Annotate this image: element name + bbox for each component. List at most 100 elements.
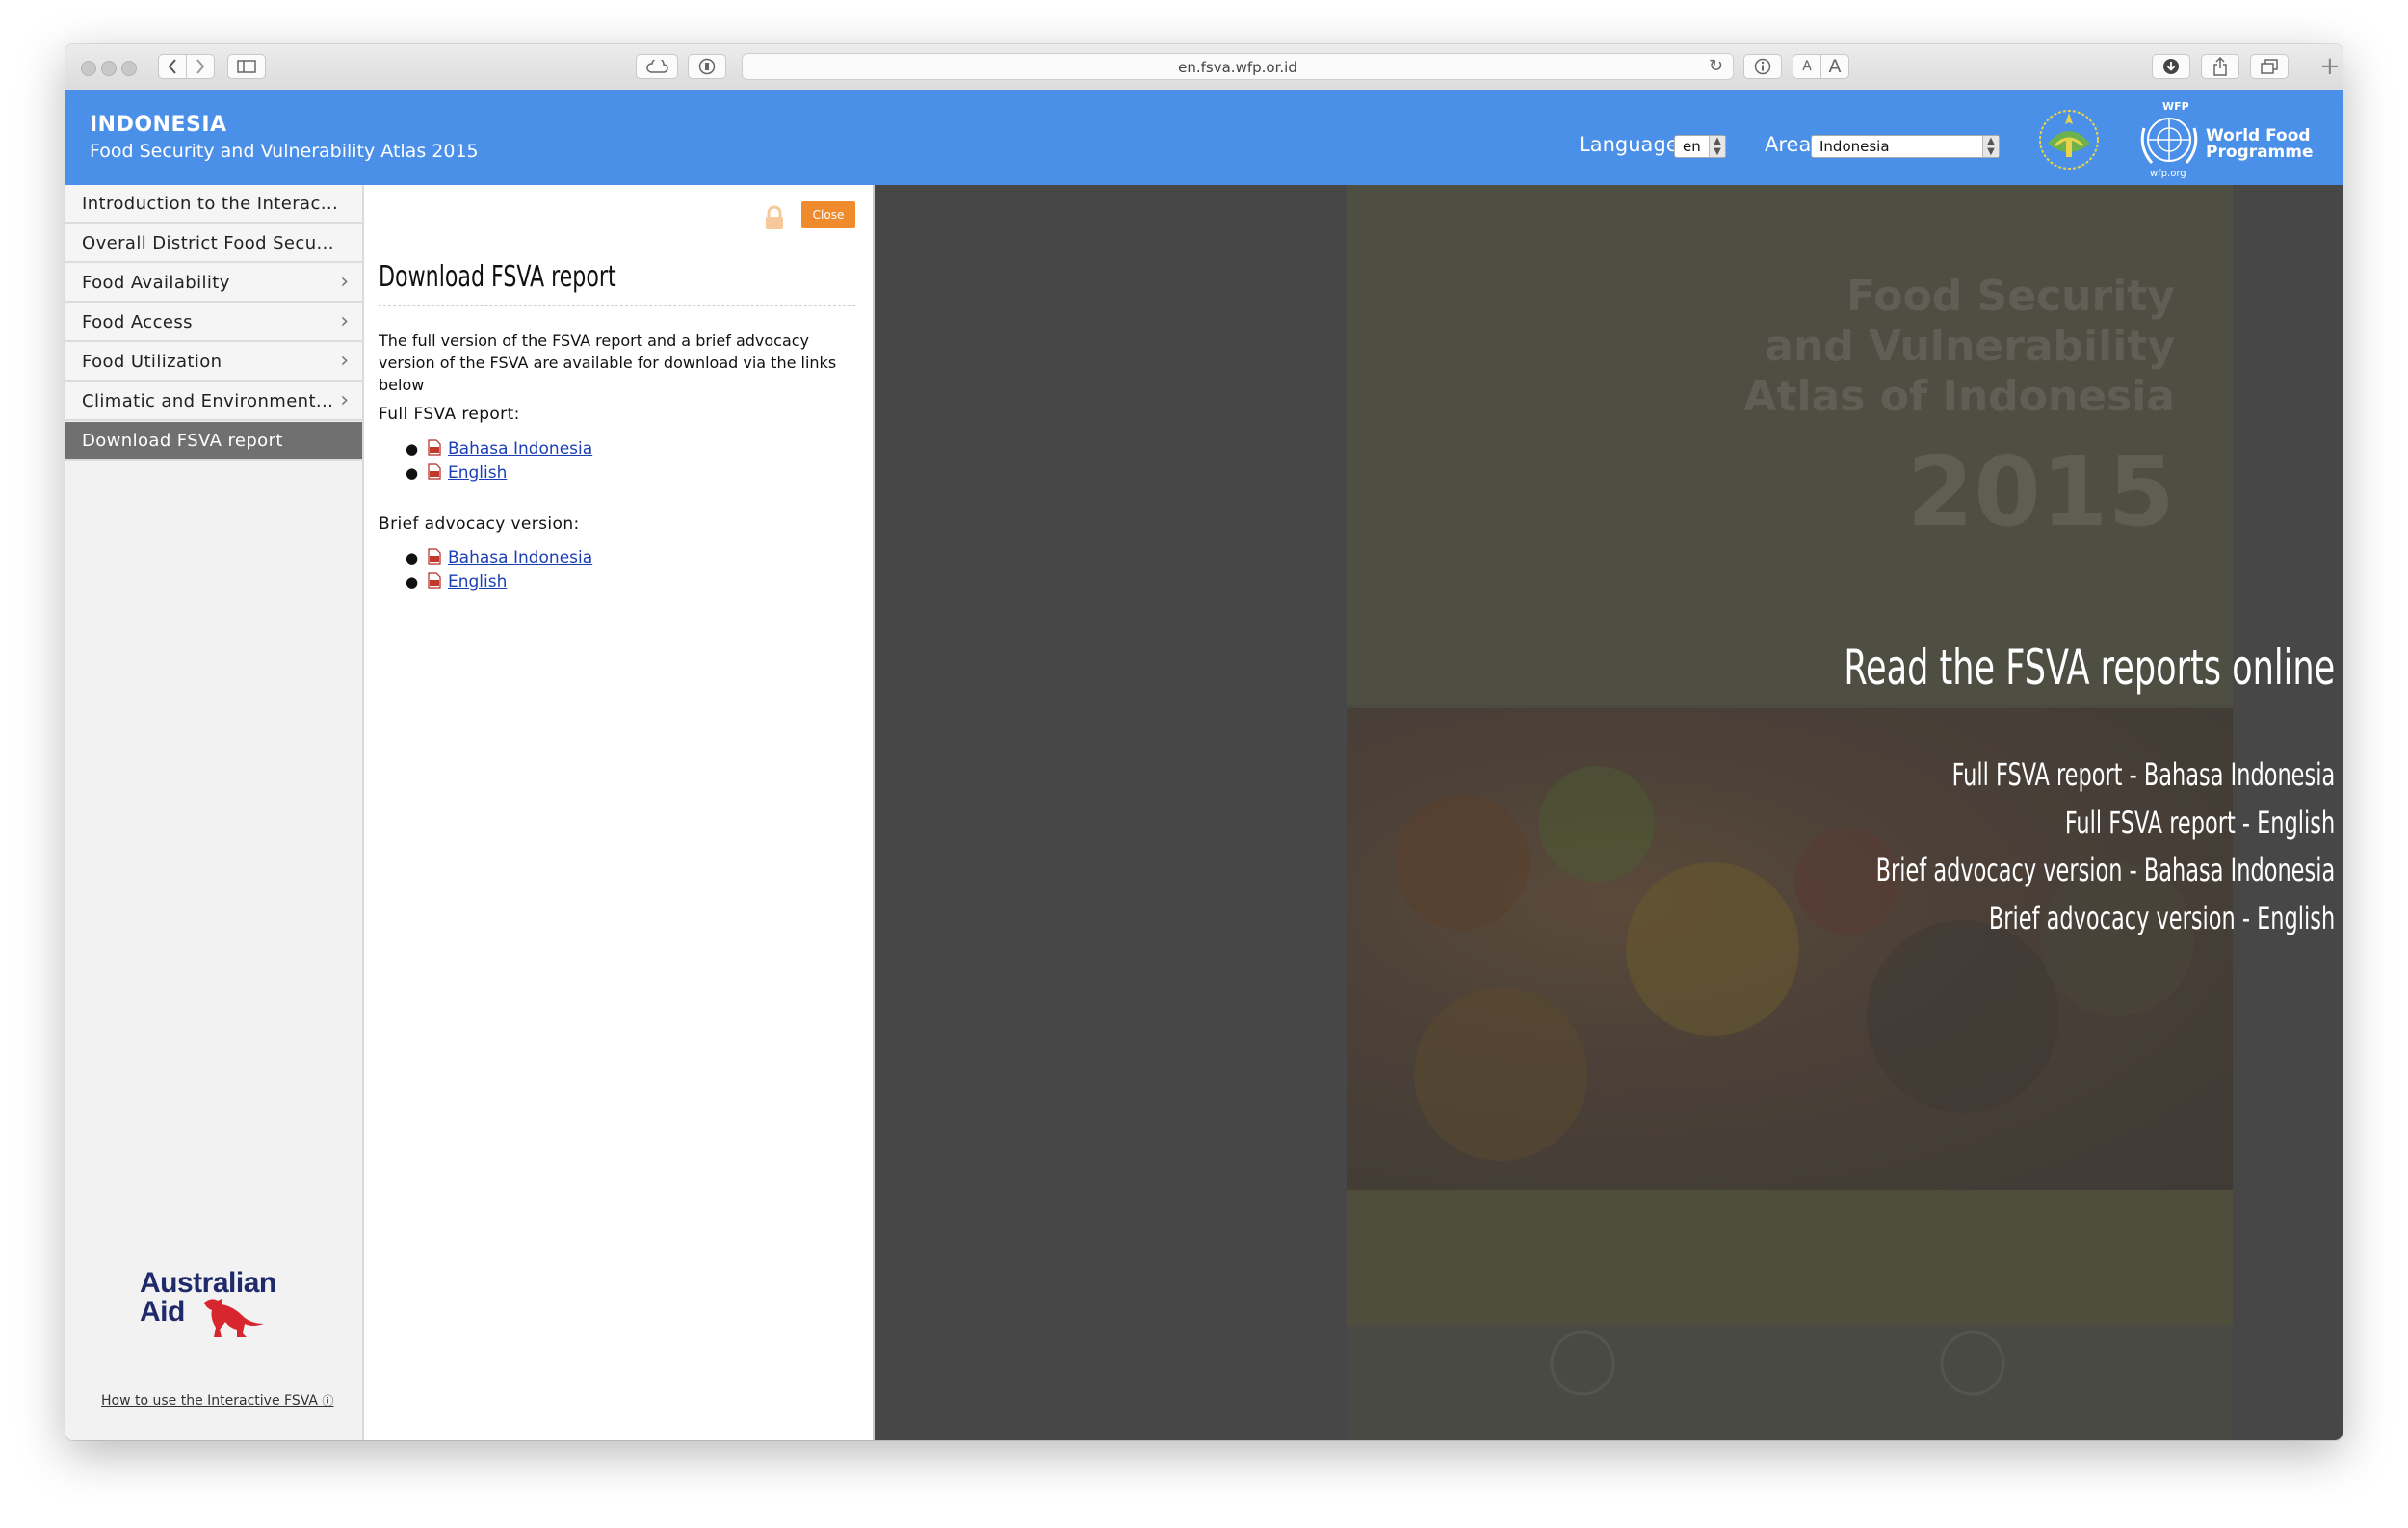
bullet: ● — [406, 573, 419, 591]
language-label: Language — [1579, 133, 1679, 156]
list-item: ● Bahasa Indonesia — [406, 546, 592, 572]
cover-title-line2: and Vulnerability — [1765, 322, 2175, 371]
chevron-right-icon: › — [340, 270, 349, 294]
browser-window: en.fsva.wfp.or.id ↻ A A + INDONESIA Food… — [65, 44, 2343, 1440]
list-item: ● Bahasa Indonesia — [406, 437, 592, 463]
bullet: ● — [406, 549, 419, 566]
wfp-site: wfp.org — [2150, 169, 2186, 179]
shield-icon — [698, 58, 716, 75]
chevron-right-icon: › — [340, 388, 349, 412]
sidebar-item-label: Food Utilization — [82, 352, 222, 372]
cover-title: Food Security and Vulnerability Atlas of… — [1743, 272, 2175, 422]
full-report-bahasa-link[interactable]: Bahasa Indonesia — [448, 439, 592, 459]
sidebar-item-food-availability[interactable]: Food Availability › — [65, 264, 362, 303]
list-item: ● English — [406, 570, 592, 596]
language-select[interactable]: en ▲ ▼ — [1674, 135, 1726, 158]
back-button[interactable] — [158, 54, 187, 79]
select-arrows-icon: ▲ ▼ — [1709, 136, 1725, 157]
sidebar-item-label: Overall District Food Secu... — [82, 233, 334, 253]
sidebar-item-food-access[interactable]: Food Access › — [65, 303, 362, 342]
info-icon — [1754, 58, 1771, 75]
sidebar-toggle-button[interactable] — [227, 54, 266, 79]
brief-version-bahasa-link[interactable]: Bahasa Indonesia — [448, 548, 592, 567]
download-icon — [2162, 58, 2180, 75]
wfp-name: World Food Programme — [2206, 128, 2314, 161]
sponsor-line1: Australian — [140, 1267, 276, 1299]
online-link-full-english[interactable]: Full FSVA report - English — [1651, 800, 2335, 848]
cover-logo-band — [1347, 1325, 2233, 1440]
list-item: ● English — [406, 461, 592, 487]
country-title: INDONESIA — [90, 113, 227, 137]
window-close-dot[interactable] — [81, 61, 96, 76]
address-bar[interactable]: en.fsva.wfp.or.id ↻ — [742, 53, 1734, 80]
atlas-subtitle: Food Security and Vulnerability Atlas 20… — [90, 141, 479, 162]
share-icon — [2212, 57, 2228, 76]
title-divider — [379, 305, 855, 306]
reload-icon[interactable]: ↻ — [1709, 56, 1723, 76]
ministry-emblem-logo — [2030, 99, 2107, 180]
window-zoom-dot[interactable] — [121, 61, 137, 76]
panel-title: Download FSVA report — [379, 260, 616, 294]
cover-field-band — [1347, 1190, 2233, 1325]
sidebar-item-food-utilization[interactable]: Food Utilization › — [65, 343, 362, 382]
question-circle-icon: ⓘ — [322, 1394, 334, 1408]
chevron-left-icon — [168, 59, 177, 74]
brief-version-heading: Brief advocacy version: — [379, 514, 580, 534]
wfp-name-line2: Programme — [2206, 143, 2314, 162]
tabs-icon — [2261, 59, 2278, 74]
share-button[interactable] — [2201, 54, 2239, 79]
panel-description: The full version of the FSVA report and … — [379, 331, 837, 394]
cloud-icon — [645, 60, 668, 73]
sidebar-item-climatic-environment[interactable]: Climatic and Environment... › — [65, 382, 362, 421]
select-arrows-icon: ▲ ▼ — [1982, 136, 1999, 157]
lock-icon[interactable] — [764, 205, 785, 234]
full-report-english-link[interactable]: English — [448, 463, 507, 483]
cover-title-line1: Food Security — [1846, 272, 2175, 321]
sidebar-item-label: Food Availability — [82, 273, 230, 293]
help-link-text: How to use the Interactive FSVA — [101, 1393, 318, 1409]
area-label: Area — [1765, 133, 1812, 156]
online-link-full-bahasa[interactable]: Full FSVA report - Bahasa Indonesia — [1651, 751, 2336, 800]
cover-title-line3: Atlas of Indonesia — [1743, 372, 2175, 421]
downloads-button[interactable] — [2152, 54, 2190, 79]
new-tab-icon[interactable]: + — [2319, 52, 2341, 81]
window-minimize-dot[interactable] — [101, 61, 117, 76]
reader-info-button[interactable] — [1743, 54, 1782, 79]
sidebar-item-label: Introduction to the Interac... — [82, 194, 339, 214]
kangaroo-icon — [200, 1295, 268, 1343]
brief-version-english-link[interactable]: English — [448, 572, 507, 592]
pdf-icon — [428, 572, 441, 596]
cover-year: 2015 — [1906, 435, 2175, 548]
icloud-tabs-button[interactable] — [636, 54, 678, 79]
sidebar-icon — [237, 60, 256, 73]
help-link[interactable]: How to use the Interactive FSVA ⓘ — [101, 1392, 333, 1409]
area-select[interactable]: Indonesia ▲ ▼ — [1811, 135, 2000, 158]
download-panel: Close Download FSVA report The full vers… — [364, 185, 875, 1440]
chevron-right-icon: › — [340, 349, 349, 373]
pdf-icon — [428, 439, 441, 463]
sidebar-item-download-report[interactable]: Download FSVA report — [65, 422, 362, 461]
sidebar-item-label: Climatic and Environment... — [82, 391, 334, 411]
read-online-heading: Read the FSVA reports online — [1844, 640, 2336, 696]
bullet: ● — [406, 440, 419, 458]
full-report-links: ● Bahasa Indonesia ● English — [379, 437, 592, 486]
close-button[interactable]: Close — [801, 201, 855, 228]
online-report-links: Full FSVA report - Bahasa Indonesia Full… — [1651, 751, 2343, 942]
sidebar-item-overall-district[interactable]: Overall District Food Secu... — [65, 224, 362, 263]
tabs-overview-button[interactable] — [2250, 54, 2289, 79]
area-select-value: Indonesia — [1819, 138, 1890, 155]
font-larger-button[interactable]: A — [1820, 54, 1849, 79]
font-smaller-button[interactable]: A — [1793, 54, 1821, 79]
full-report-heading: Full FSVA report: — [379, 405, 520, 424]
chevron-right-icon — [196, 59, 205, 74]
online-link-brief-english[interactable]: Brief advocacy version - English — [1651, 895, 2335, 943]
online-link-brief-bahasa[interactable]: Brief advocacy version - Bahasa Indonesi… — [1651, 847, 2336, 895]
pdf-icon — [428, 463, 441, 487]
forward-button[interactable] — [186, 54, 215, 79]
url-text: en.fsva.wfp.or.id — [1178, 59, 1297, 76]
browser-toolbar: en.fsva.wfp.or.id ↻ A A + — [65, 44, 2343, 91]
pdf-icon — [428, 548, 441, 572]
privacy-button[interactable] — [688, 54, 726, 79]
sidebar-item-introduction[interactable]: Introduction to the Interac... — [65, 185, 362, 224]
brief-version-links: ● Bahasa Indonesia ● English — [379, 546, 592, 594]
